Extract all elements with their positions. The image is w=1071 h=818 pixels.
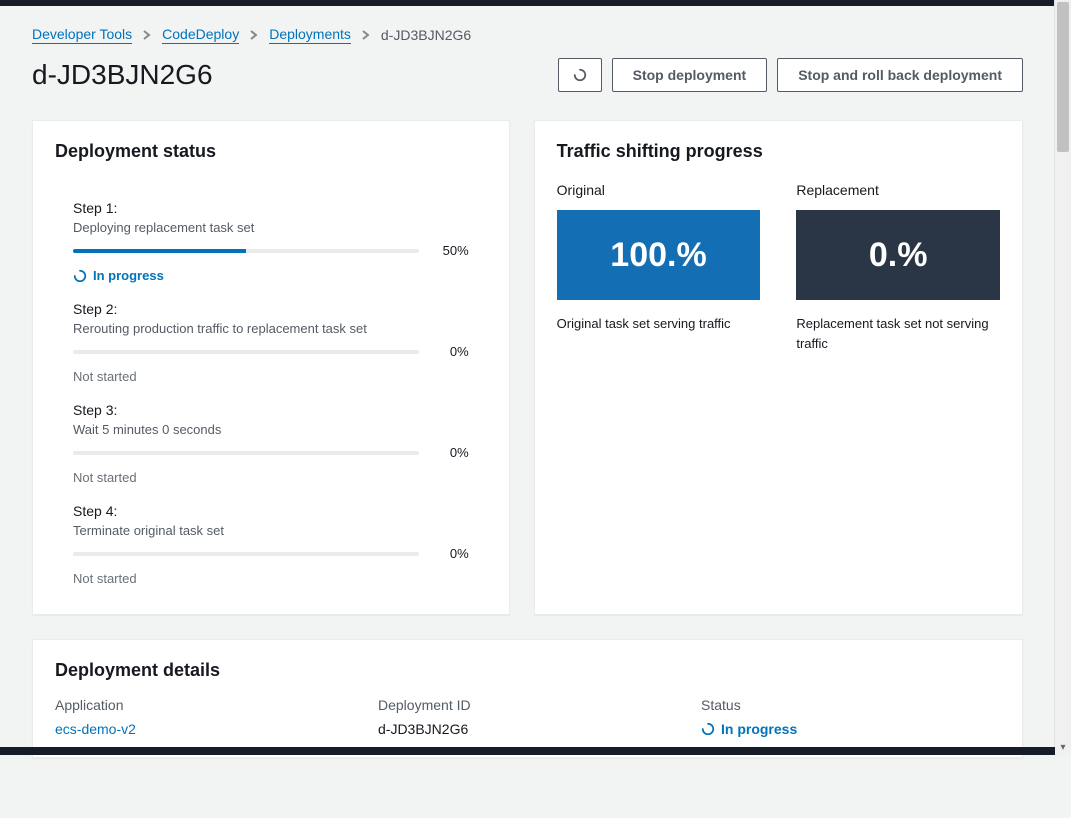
traffic-title: Traffic shifting progress	[535, 121, 1022, 178]
breadcrumb-root[interactable]: Developer Tools	[32, 26, 132, 44]
step-title: Step 4:	[73, 503, 469, 519]
refresh-button[interactable]	[558, 58, 602, 92]
traffic-original: Original 100.% Original task set serving…	[557, 182, 761, 353]
step-status: Not started	[73, 470, 469, 485]
deployment-details-card: Deployment details Application ecs-demo-…	[32, 639, 1023, 758]
breadcrumb-service[interactable]: CodeDeploy	[162, 26, 239, 44]
deployment-status-title: Deployment status	[33, 121, 509, 178]
step-desc: Deploying replacement task set	[73, 220, 469, 235]
step-status-text: Not started	[73, 470, 137, 485]
traffic-replacement-label: Replacement	[796, 182, 1000, 198]
page-title: d-JD3BJN2G6	[32, 59, 213, 91]
progress-bar	[73, 552, 419, 556]
vertical-scrollbar[interactable]: ▾	[1054, 0, 1071, 755]
traffic-card: Traffic shifting progress Original 100.%…	[534, 120, 1023, 615]
traffic-replacement-tile: 0.%	[796, 210, 1000, 300]
breadcrumb-section[interactable]: Deployments	[269, 26, 351, 44]
step-status-text: Not started	[73, 369, 137, 384]
stop-rollback-button[interactable]: Stop and roll back deployment	[777, 58, 1023, 92]
progress-bar	[73, 249, 419, 253]
details-application-value[interactable]: ecs-demo-v2	[55, 721, 354, 737]
traffic-original-label: Original	[557, 182, 761, 198]
chevron-right-icon	[249, 27, 259, 43]
step-status-text: In progress	[93, 268, 164, 283]
step-status: Not started	[73, 369, 469, 384]
step-desc: Wait 5 minutes 0 seconds	[73, 422, 469, 437]
scroll-down-arrow[interactable]: ▾	[1055, 739, 1071, 755]
step-title: Step 1:	[73, 200, 469, 216]
traffic-original-desc: Original task set serving traffic	[557, 314, 761, 334]
deployment-step: Step 4: Terminate original task set 0% Not …	[73, 503, 469, 586]
step-status: In progress	[73, 268, 469, 283]
details-deployment-id-label: Deployment ID	[378, 697, 677, 713]
breadcrumb: Developer Tools CodeDeploy Deployments d…	[32, 20, 1023, 44]
details-status-label: Status	[701, 697, 1000, 713]
breadcrumb-current: d-JD3BJN2G6	[381, 27, 471, 43]
spinner-icon	[573, 68, 587, 82]
step-desc: Rerouting production traffic to replacem…	[73, 321, 469, 336]
deployment-step: Step 1: Deploying replacement task set 50%…	[73, 200, 469, 283]
details-status-text: In progress	[721, 721, 797, 737]
progress-pct: 0%	[433, 344, 469, 359]
chevron-right-icon	[142, 27, 152, 43]
step-status-text: Not started	[73, 571, 137, 586]
step-status: Not started	[73, 571, 469, 586]
progress-bar	[73, 350, 419, 354]
progress-bar-fill	[73, 249, 246, 253]
stop-deployment-button[interactable]: Stop deployment	[612, 58, 768, 92]
progress-bar	[73, 451, 419, 455]
scroll-thumb[interactable]	[1057, 2, 1069, 152]
spinner-icon	[73, 269, 87, 283]
chevron-right-icon	[361, 27, 371, 43]
header-actions: Stop deployment Stop and roll back deplo…	[558, 58, 1023, 92]
details-deployment-id-value: d-JD3BJN2G6	[378, 721, 677, 737]
traffic-original-tile: 100.%	[557, 210, 761, 300]
step-title: Step 3:	[73, 402, 469, 418]
deployment-step: Step 3: Wait 5 minutes 0 seconds 0% Not sta…	[73, 402, 469, 485]
step-title: Step 2:	[73, 301, 469, 317]
deployment-status-card: Deployment status Step 1: Deploying repla…	[32, 120, 510, 615]
traffic-replacement-desc: Replacement task set not serving traffic	[796, 314, 1000, 353]
details-status-value: In progress	[701, 721, 1000, 737]
step-desc: Terminate original task set	[73, 523, 469, 538]
progress-pct: 0%	[433, 546, 469, 561]
deployment-step: Step 2: Rerouting production traffic to r…	[73, 301, 469, 384]
details-application-label: Application	[55, 697, 354, 713]
progress-pct: 0%	[433, 445, 469, 460]
progress-pct: 50%	[433, 243, 469, 258]
deployment-details-title: Deployment details	[33, 640, 1022, 697]
spinner-icon	[701, 722, 715, 736]
traffic-replacement: Replacement 0.% Replacement task set not…	[796, 182, 1000, 353]
